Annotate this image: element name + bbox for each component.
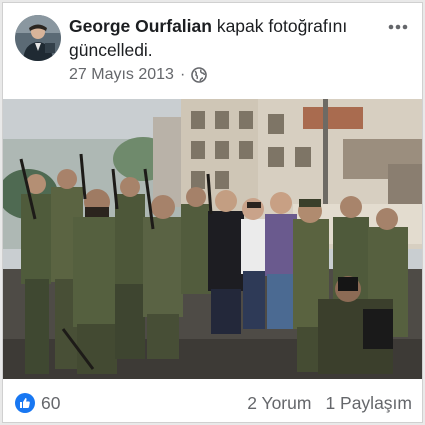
author-name[interactable]: George Ourfalian xyxy=(69,16,212,36)
post-card: George Ourfalian kapak fotoğrafını günce… xyxy=(2,2,423,423)
like-icon xyxy=(15,393,35,413)
like-count: 60 xyxy=(41,392,61,413)
avatar[interactable] xyxy=(15,15,61,61)
comments-count[interactable]: 2 Yorum xyxy=(247,393,311,414)
post-meta: 27 Mayıs 2013 · xyxy=(69,66,208,84)
post-footer: 60 2 Yorum 1 Paylaşım xyxy=(3,383,422,422)
shares-count[interactable]: 1 Paylaşım xyxy=(325,393,412,414)
globe-icon xyxy=(191,67,208,83)
more-options-button[interactable] xyxy=(384,13,412,41)
post-header: George Ourfalian kapak fotoğrafını günce… xyxy=(69,14,369,62)
more-options-icon xyxy=(388,24,408,30)
meta-separator: · xyxy=(179,66,186,83)
avatar-image xyxy=(15,15,61,61)
cover-photo[interactable] xyxy=(3,99,422,379)
post-date[interactable]: 27 Mayıs 2013 xyxy=(69,66,174,84)
cover-photo-image xyxy=(3,99,422,379)
reactions-summary[interactable]: 60 xyxy=(15,393,60,414)
